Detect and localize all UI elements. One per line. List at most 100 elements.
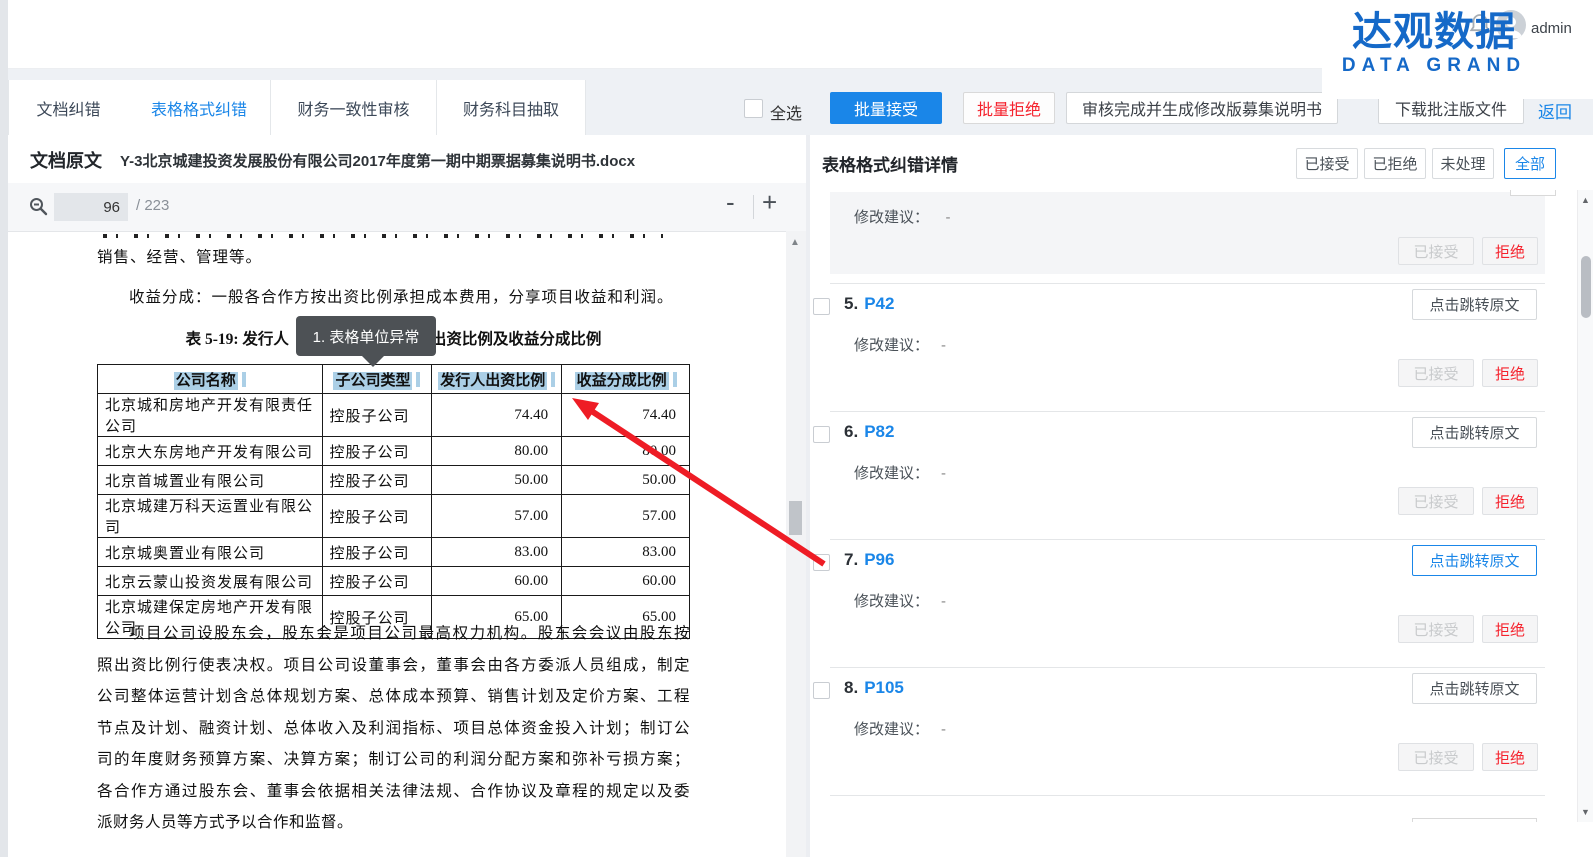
item-title: 7. P96 [844,550,894,570]
batch-reject-button[interactable]: 批量拒绝 [963,92,1055,124]
filter-accepted[interactable]: 已接受 [1296,148,1358,179]
jump-to-source-button[interactable]: 点击跳转原文 [1412,545,1537,576]
item-page-link[interactable]: P42 [864,294,894,313]
suggestion-value: - [941,465,946,482]
suggestion-label: 修改建议： [854,337,929,354]
item-page-link[interactable]: P82 [864,422,894,441]
doc-paragraph-line: 照出资比例行使表决权。项目公司设董事会，董事会由各方委派人员组成，制定 [97,653,690,685]
profit-share-cell: 80.00 [562,437,690,466]
document-scrollbar[interactable]: ▲ [786,231,806,857]
zoom-out-button[interactable]: - [726,187,735,218]
profit-share-cell: 74.40 [562,394,690,437]
table-anomaly-tooltip: 1. 表格单位异常 [296,316,436,356]
accepted-button[interactable]: 已接受 [1398,359,1474,387]
scroll-down-arrow[interactable]: ▼ [1581,807,1590,817]
select-all-checkbox[interactable] [744,99,763,118]
document-page: 销售、经营、管理等。 收益分成：一般各合作方按出资比例承担成本费用，分享项目收益… [8,231,786,857]
company-name-cell: 北京城和房地产开发有限责任公司 [98,394,323,437]
doc-paragraph-line: 节点及计划、融资计划、总体收入及利润指标、项目总体资金投入计划；制订公 [97,716,690,748]
filter-rejected[interactable]: 已拒绝 [1364,148,1426,179]
suggestion-value: - [941,337,946,354]
logo-title: 达观数据 [1328,12,1540,52]
subsidiary-type-cell: 控股子公司 [322,495,432,538]
zoom-separator [753,195,754,219]
accepted-button[interactable]: 已接受 [1398,615,1474,643]
format-mark-highlight [242,372,246,387]
suggestion-label: 修改建议： [854,593,929,610]
jump-to-source-button[interactable]: 点击跳转原文 [1412,289,1537,320]
suggestion-label: 修改建议： [854,465,929,482]
review-item: 8.P105点击跳转原文修改建议：-已接受拒绝 [810,668,1593,796]
select-all-label: 全选 [770,100,802,124]
review-scrollbar[interactable]: ▲ ▼ [1577,190,1593,822]
item-checkbox[interactable] [813,426,830,443]
batch-accept-button[interactable]: 批量接受 [830,92,942,124]
zoom-in-button[interactable]: + [762,187,777,218]
subsidiary-type-cell: 控股子公司 [322,466,432,495]
scroll-up-arrow[interactable]: ▲ [1581,195,1590,205]
item-actions: 已接受拒绝 [810,359,1593,387]
page-number-input[interactable] [54,193,128,221]
format-mark-highlight [416,372,420,387]
finish-generate-button[interactable]: 审核完成并生成修改版募集说明书 [1066,92,1338,124]
item-number: 7. [844,550,858,569]
jump-to-source-button[interactable]: 点击跳转原文 [1412,673,1537,704]
reject-button[interactable]: 拒绝 [1482,743,1538,771]
accepted-button[interactable]: 已接受 [1398,743,1474,771]
document-toolbar: / 223 - + [8,183,806,232]
doc-paragraph-line: 项目公司设股东会，股东会是项目公司最高权力机构。股东会会议由股东按 [97,621,690,653]
profit-share-cell: 60.00 [562,567,690,596]
doc-paragraph-line: 派财务人员等方式予以合作和监督。 [97,810,690,842]
item-number: 5. [844,294,858,313]
review-scrollbar-thumb[interactable] [1581,256,1591,318]
tooltip-arrow [362,356,384,367]
page-total-label: / 223 [136,197,169,214]
reject-button[interactable]: 拒绝 [1482,615,1538,643]
item-checkbox[interactable] [813,554,830,571]
reject-button[interactable]: 拒绝 [1482,487,1538,515]
reject-button[interactable]: 拒绝 [1482,359,1538,387]
tab-document-correction[interactable]: 文档纠错 [8,80,129,135]
logo-subtitle: DATA GRAND [1328,56,1540,75]
format-mark-highlight [673,372,677,387]
accepted-button[interactable]: 已接受 [1398,487,1474,515]
item-page-link[interactable]: P96 [864,550,894,569]
document-panel-title: 文档原文 [30,147,102,173]
document-scrollbar-thumb[interactable] [789,501,802,535]
reject-button[interactable]: 拒绝 [1482,237,1538,265]
clipped-button-fragment [1510,190,1556,196]
back-link[interactable]: 返回 [1538,98,1572,123]
item-checkbox[interactable] [813,298,830,315]
profit-share-cell: 50.00 [562,466,690,495]
tab-financial-consistency[interactable]: 财务一致性审核 [271,80,437,135]
suggestion-row: 修改建议： - [854,206,950,227]
review-item: 6.P82点击跳转原文修改建议：-已接受拒绝 [810,412,1593,540]
jump-to-source-button[interactable]: 点击跳转原文 [1412,417,1537,448]
subsidiary-type-cell: 控股子公司 [322,567,432,596]
contribution-ratio-cell: 60.00 [432,567,562,596]
tab-financial-subject-extraction[interactable]: 财务科目抽取 [437,80,586,135]
header-highlight: 收益分成比例 [575,372,669,390]
doc-table: 公司名称子公司类型发行人出资比例收益分成比例北京城和房地产开发有限责任公司控股子… [97,364,690,639]
accepted-button[interactable]: 已接受 [1398,237,1474,265]
scroll-up-arrow[interactable]: ▲ [790,237,800,248]
caption-right: 出资比例及收益分成比例 [431,327,602,349]
contribution-ratio-cell: 57.00 [432,495,562,538]
doc-table-row: 北京云蒙山投资发展有限公司控股子公司60.0060.00 [98,567,690,596]
caption-left: 表 5-19: 发行人 [186,327,289,349]
item-page-link[interactable]: P105 [864,678,904,697]
profit-share-cell: 57.00 [562,495,690,538]
format-mark-highlight [551,372,555,387]
filter-unprocessed[interactable]: 未处理 [1432,148,1494,179]
suggestion-label: 修改建议： [854,209,929,226]
item-checkbox[interactable] [813,682,830,699]
collapsed-sidebar-strip [0,0,8,857]
search-icon[interactable] [28,196,48,216]
review-item-partial [810,796,1593,822]
tab-table-format-correction[interactable]: 表格格式纠错 [128,80,271,135]
company-name-cell: 北京城建万科天运置业有限公司 [98,495,323,538]
clipped-jump-button [1412,818,1537,822]
filter-all[interactable]: 全部 [1504,148,1556,179]
review-panel-title: 表格格式纠错详情 [822,151,958,176]
contribution-ratio-cell: 83.00 [432,538,562,567]
